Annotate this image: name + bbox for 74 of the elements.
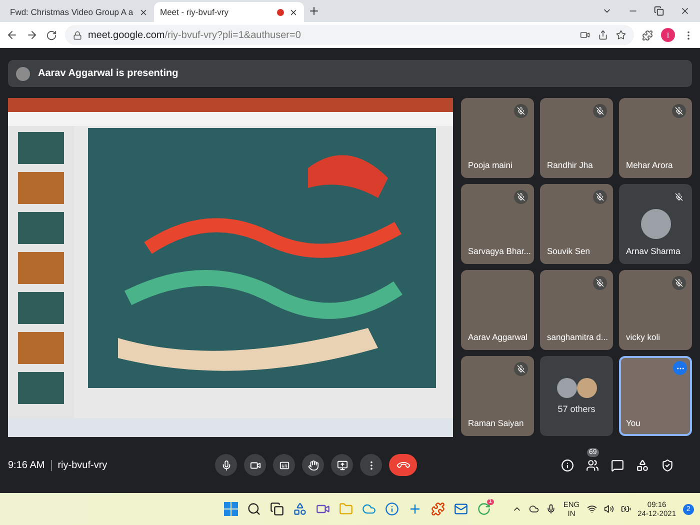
- app-button[interactable]: [385, 502, 399, 516]
- camera-icon: [250, 460, 261, 470]
- participant-name: Randhir Jha: [547, 160, 593, 170]
- forward-icon[interactable]: [26, 29, 38, 41]
- task-view-button[interactable]: [270, 502, 284, 516]
- extensions-icon[interactable]: [642, 30, 653, 40]
- participant-name: vicky koli: [626, 332, 660, 342]
- participant-tile[interactable]: Souvik Sen: [540, 184, 613, 264]
- microphone-icon: [220, 460, 232, 470]
- video-chat-button[interactable]: [316, 502, 330, 516]
- avatar-circle: [16, 66, 30, 80]
- participant-name: Arnav Sharma: [626, 246, 680, 256]
- widgets-button[interactable]: [293, 502, 307, 516]
- address-bar[interactable]: meet.google.com/riy-bvuf-vry?pli=1&authuser=0: [65, 25, 634, 45]
- hand-icon: [308, 460, 319, 470]
- participant-name: Pooja maini: [468, 160, 512, 170]
- chat-button[interactable]: [611, 458, 624, 472]
- participant-tile[interactable]: Mehar Arora: [619, 98, 692, 178]
- mail-button[interactable]: [454, 502, 468, 516]
- volume-icon[interactable]: [604, 504, 614, 514]
- participant-name: You: [626, 418, 640, 428]
- restore-icon[interactable]: [654, 6, 664, 16]
- avatar-circle: [640, 209, 670, 239]
- raise-hand-button[interactable]: [302, 454, 324, 476]
- participant-tile[interactable]: Aarav Aggarwal: [461, 270, 534, 350]
- captions-icon: [278, 460, 290, 470]
- meeting-time: 9:16 AM: [8, 460, 52, 470]
- microphone-button[interactable]: [215, 454, 238, 476]
- others-count: 57 others: [558, 404, 596, 414]
- meeting-code: riy-bvuf-vry: [56, 460, 108, 470]
- captions-button[interactable]: [273, 454, 296, 476]
- participant-name: Souvik Sen: [547, 246, 590, 256]
- close-tab-icon[interactable]: [289, 8, 298, 16]
- back-icon[interactable]: [6, 29, 18, 41]
- participant-name: Mehar Arora: [626, 160, 673, 170]
- recording-dot-icon: [277, 8, 284, 16]
- participant-tile[interactable]: Pooja maini: [461, 98, 534, 178]
- participant-name: Raman Saiyan: [468, 418, 524, 428]
- wifi-icon[interactable]: [586, 504, 597, 514]
- battery-icon[interactable]: [620, 504, 631, 514]
- more-options-button[interactable]: [360, 454, 382, 476]
- participant-tile[interactable]: 57 others: [540, 356, 613, 436]
- avatar-circle: [576, 378, 596, 398]
- mic-icon[interactable]: [546, 504, 556, 514]
- start-button[interactable]: [224, 502, 238, 516]
- close-tab-icon[interactable]: [139, 8, 148, 16]
- present-screen-icon: [336, 460, 348, 470]
- app-button[interactable]: [408, 502, 422, 516]
- participant-tile[interactable]: Raman Saiyan: [461, 356, 534, 436]
- profile-avatar[interactable]: I: [661, 28, 675, 42]
- participant-tile[interactable]: You: [619, 356, 692, 436]
- reload-icon[interactable]: [46, 30, 57, 40]
- avatar-circle: [556, 378, 576, 398]
- present-button[interactable]: [331, 454, 354, 476]
- cloud-icon[interactable]: [529, 504, 540, 514]
- participant-tile[interactable]: sanghamitra d...: [540, 270, 613, 350]
- host-controls-button[interactable]: [661, 458, 674, 472]
- info-button[interactable]: [561, 458, 574, 472]
- participant-tile[interactable]: vicky koli: [619, 270, 692, 350]
- search-button[interactable]: [247, 502, 261, 516]
- participant-tile[interactable]: Randhir Jha: [540, 98, 613, 178]
- new-tab-button[interactable]: [308, 5, 320, 17]
- browser-tab[interactable]: Fwd: Christmas Video Group A a: [4, 2, 154, 22]
- camera-button[interactable]: [244, 454, 266, 476]
- participant-tile[interactable]: Arnav Sharma: [619, 184, 692, 264]
- participant-name: sanghamitra d...: [547, 332, 608, 342]
- close-icon[interactable]: [680, 6, 690, 16]
- participant-tile[interactable]: Sarvagya Bhar...: [461, 184, 534, 264]
- participant-name: Aarav Aggarwal: [468, 332, 528, 342]
- presenting-text: Aarav Aggarwal is presenting: [38, 68, 178, 79]
- activities-button[interactable]: [636, 458, 649, 472]
- browser-tab[interactable]: Meet - riy-bvuf-vry: [154, 2, 304, 22]
- leave-call-button[interactable]: [389, 454, 418, 476]
- participant-name: Sarvagya Bhar...: [468, 246, 531, 256]
